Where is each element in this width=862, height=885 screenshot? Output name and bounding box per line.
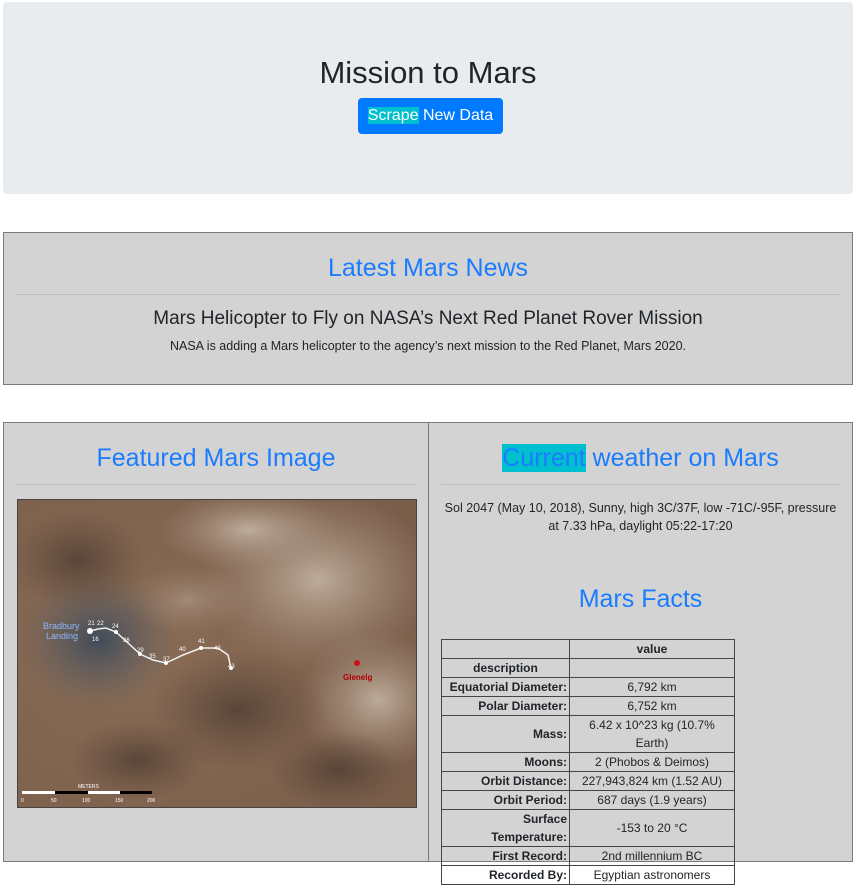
scrape-highlight: Scrape [367,107,419,124]
jumbotron-header: Mission to Mars Scrape New Data [3,2,853,194]
featured-image-heading: Featured Mars Image [96,444,336,472]
scale-tick: 150 [115,798,124,804]
waypoint-label: 35 [149,654,156,660]
scale-tick: 100 [82,798,91,804]
facts-index-label: description [441,658,570,678]
news-divider [16,294,840,295]
fact-value: -153 to 20 °C [569,809,735,847]
weather-heading-rest: weather on Mars [585,444,779,472]
facts-index-empty [569,658,735,678]
waypoint-label: 16 [92,637,99,643]
fact-label: Mass: [441,715,570,753]
table-row: Orbit Period: 687 days (1.9 years) [441,790,735,810]
table-row: Surface Temperature: -153 to 20 °C [441,809,735,847]
featured-image-panel: Featured Mars Image Bradbury Landing 21 … [3,422,429,862]
waypoint-label: 24 [112,624,119,630]
fact-value: 687 days (1.9 years) [569,790,735,810]
fact-label: Orbit Period: [441,790,570,810]
fact-label: Polar Diameter: [441,696,570,716]
fact-label: Orbit Distance: [441,771,570,791]
weather-heading: Current weather on Mars [429,443,852,473]
scale-tick: 50 [51,798,57,804]
facts-corner-cell [441,639,570,659]
featured-mars-image[interactable]: Bradbury Landing 21 22 24 16 26 29 35 37… [17,499,417,808]
scrape-new-data-button[interactable]: Scrape New Data [358,98,503,134]
weather-report: Sol 2047 (May 10, 2018), Sunny, high 3C/… [444,501,837,533]
latest-news-panel: Latest Mars News Mars Helicopter to Fly … [3,232,853,385]
fact-label: Moons: [441,752,570,772]
news-heading: Latest Mars News [327,254,529,282]
fact-label: Recorded By: [441,865,570,885]
news-title: Mars Helicopter to Fly on NASA’s Next Re… [153,308,703,329]
facts-index-row: description [441,658,735,678]
fact-value: 6,752 km [569,696,735,716]
fact-value: 2nd millennium BC [569,846,735,866]
mars-facts-table: value description Equatorial Diameter: 6,… [441,639,735,885]
table-row: First Record: 2nd millennium BC [441,846,735,866]
scale-tick: 0 [21,798,24,804]
scale-unit-label: METERS [78,784,100,790]
waypoint-label: 41 [198,639,205,645]
table-row: Equatorial Diameter: 6,792 km [441,677,735,697]
fact-label: Equatorial Diameter: [441,677,570,697]
waypoint-label: 29 [137,648,144,654]
page-title: Mission to Mars [319,55,537,90]
fact-value: 2 (Phobos & Deimos) [569,752,735,772]
waypoint-label: 26 [123,638,130,644]
waypoint-label: 42 [214,646,221,652]
fact-value: 6.42 x 10^23 kg (10.7% Earth) [569,715,735,753]
facts-value-header: value [569,639,735,659]
fact-value: Egyptian astronomers [569,865,735,885]
fact-value: 6,792 km [569,677,735,697]
weather-heading-highlight: Current [502,444,586,472]
mars-facts-heading: Mars Facts [578,585,703,613]
fact-value: 227,943,824 km (1.52 AU) [569,771,735,791]
news-teaser: NASA is adding a Mars helicopter to the … [169,339,687,353]
facts-header-row: value [441,639,735,659]
featured-divider [16,484,416,485]
scrape-button-label: New Data [418,107,494,124]
fact-label: Surface Temperature: [441,809,570,847]
waypoint-label: 37 [163,657,170,663]
waypoint-label: 40 [179,647,186,653]
waypoint-label: 43 [228,664,235,670]
waypoint-label: 22 [97,621,104,627]
table-row: Mass: 6.42 x 10^23 kg (10.7% Earth) [441,715,735,753]
landing-label-line1: Bradbury [43,621,80,631]
table-row: Polar Diameter: 6,752 km [441,696,735,716]
weather-facts-panel: Current weather on Mars Sol 2047 (May 10… [428,422,853,885]
glenelg-label: Glenelg [343,673,372,682]
table-row: Orbit Distance: 227,943,824 km (1.52 AU) [441,771,735,791]
weather-divider [441,484,840,485]
landing-label-line2: Landing [46,631,78,641]
table-row: Recorded By: Egyptian astronomers [441,865,735,885]
scale-tick: 200 [147,798,156,804]
fact-label: First Record: [441,846,570,866]
waypoint-label: 21 [88,621,95,627]
table-row: Moons: 2 (Phobos & Deimos) [441,752,735,772]
